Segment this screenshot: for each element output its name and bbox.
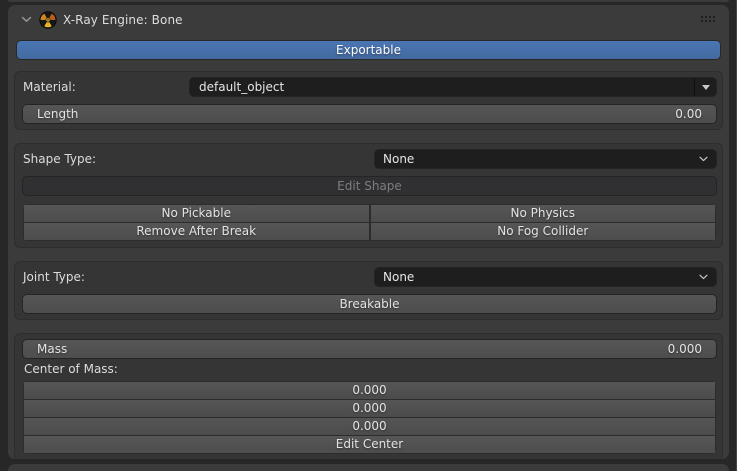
no-physics-toggle[interactable]: No Physics	[371, 205, 716, 222]
center-x-field[interactable]: 0.000	[24, 382, 715, 399]
chevron-down-icon	[699, 274, 708, 280]
joint-type-dropdown[interactable]: None	[375, 268, 716, 286]
triangle-down-icon	[702, 85, 710, 90]
edit-shape-button: Edit Shape	[23, 177, 716, 195]
edit-center-button[interactable]: Edit Center	[24, 436, 715, 453]
joint-type-row: Joint Type: None	[23, 268, 716, 286]
mass-slider[interactable]: Mass 0.000	[23, 340, 716, 358]
collision-toggle-grid: No Pickable No Physics Remove After Brea…	[23, 204, 716, 241]
no-pickable-toggle[interactable]: No Pickable	[24, 205, 369, 222]
material-field[interactable]: default_object	[190, 78, 716, 96]
material-box: Material: default_object Length 0.00	[14, 71, 723, 130]
joint-box: Joint Type: None Breakable	[14, 261, 723, 320]
center-z-field[interactable]: 0.000	[24, 418, 715, 435]
material-value[interactable]: default_object	[190, 78, 694, 96]
length-slider[interactable]: Length 0.00	[23, 105, 716, 123]
next-panel-edge	[8, 464, 729, 471]
mass-label: Mass	[37, 342, 67, 356]
joint-type-value: None	[383, 270, 414, 284]
center-of-mass-label: Center of Mass:	[24, 362, 716, 377]
xray-bone-panel: X-Ray Engine: Bone Exportable Material: …	[8, 5, 729, 459]
shape-type-dropdown[interactable]: None	[375, 150, 716, 168]
length-label: Length	[37, 107, 78, 121]
remove-after-break-toggle[interactable]: Remove After Break	[24, 223, 369, 240]
material-row: Material: default_object	[23, 78, 716, 96]
center-of-mass-stack: 0.000 0.000 0.000 Edit Center	[23, 381, 716, 454]
exportable-toggle[interactable]: Exportable	[17, 41, 720, 59]
panel-title: X-Ray Engine: Bone	[63, 13, 183, 27]
properties-editor: X-Ray Engine: Bone Exportable Material: …	[0, 0, 737, 471]
mass-value: 0.000	[668, 342, 702, 356]
shape-type-value: None	[383, 152, 414, 166]
shape-type-label: Shape Type:	[23, 152, 375, 166]
joint-type-label: Joint Type:	[23, 270, 375, 284]
center-y-field[interactable]: 0.000	[24, 400, 715, 417]
previous-panel-edge	[8, 0, 729, 2]
shape-type-row: Shape Type: None	[23, 150, 716, 168]
chevron-down-icon	[699, 156, 708, 162]
material-label: Material:	[23, 80, 190, 94]
radiation-icon	[39, 11, 57, 29]
chevron-down-icon[interactable]	[21, 16, 32, 23]
drag-grip-icon[interactable]	[701, 16, 715, 23]
shape-box: Shape Type: None Edit Shape No Pickable …	[14, 143, 723, 248]
no-fog-collider-toggle[interactable]: No Fog Collider	[371, 223, 716, 240]
panel-header[interactable]: X-Ray Engine: Bone	[8, 5, 729, 34]
material-dropdown-button[interactable]	[694, 78, 716, 96]
breakable-toggle[interactable]: Breakable	[23, 295, 716, 313]
length-value: 0.00	[675, 107, 702, 121]
mass-box: Mass 0.000 Center of Mass: 0.000 0.000 0…	[14, 333, 723, 459]
